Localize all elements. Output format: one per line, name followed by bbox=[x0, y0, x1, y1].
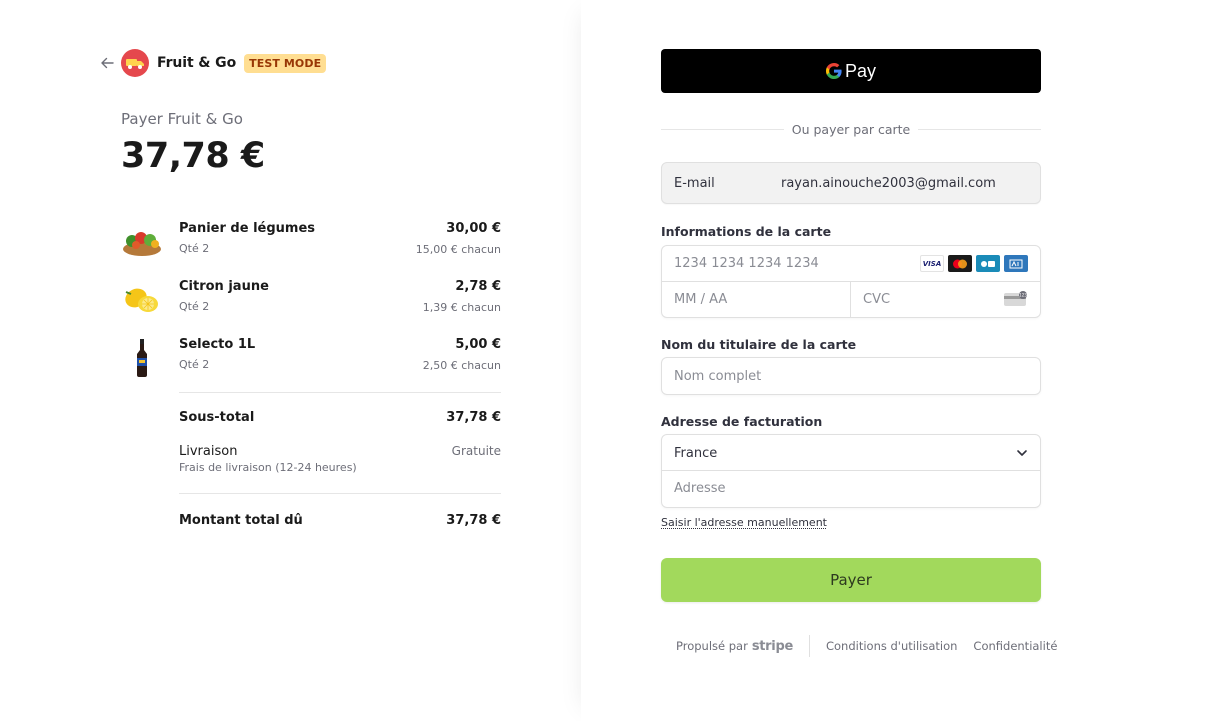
total-label: Montant total dû bbox=[179, 513, 303, 528]
cardholder-name-input[interactable]: Nom complet bbox=[661, 357, 1041, 395]
card-number-input[interactable]: 1234 1234 1234 1234 VISA bbox=[662, 246, 1040, 282]
subtotal-value: 37,78 € bbox=[446, 410, 501, 425]
mastercard-icon bbox=[948, 255, 972, 272]
google-g-icon bbox=[825, 63, 842, 79]
divider bbox=[179, 392, 501, 393]
footer: Propulsé par stripe Conditions d'utilisa… bbox=[676, 635, 1057, 657]
divider bbox=[808, 635, 810, 657]
billing-address-group: France Adresse bbox=[661, 434, 1041, 508]
merchant-name: Fruit & Go bbox=[157, 55, 237, 71]
list-item: Citron jaune Qté 2 2,78 € 1,39 € chacun bbox=[121, 279, 501, 327]
address-input[interactable]: Adresse bbox=[662, 471, 1040, 507]
powered-by-text: Propulsé par bbox=[676, 639, 748, 653]
manual-address-link[interactable]: Saisir l'adresse manuellement bbox=[661, 516, 827, 529]
shipping-row: Livraison Frais de livraison (12-24 heur… bbox=[179, 444, 501, 478]
billing-address-label: Adresse de facturation bbox=[661, 414, 823, 429]
item-quantity: Qté 2 bbox=[179, 358, 210, 371]
item-unit-price: 2,50 € chacun bbox=[422, 359, 501, 372]
email-value: rayan.ainouche2003@gmail.com bbox=[781, 176, 996, 191]
total-amount: 37,78 € bbox=[121, 136, 265, 176]
item-price: 2,78 € bbox=[455, 279, 501, 294]
lemon-icon bbox=[121, 279, 163, 321]
divider bbox=[918, 128, 1041, 130]
shipping-label: Livraison bbox=[179, 444, 238, 459]
stripe-logo[interactable]: stripe bbox=[752, 639, 793, 654]
divider bbox=[179, 493, 501, 494]
email-field[interactable]: E-mail rayan.ainouche2003@gmail.com bbox=[661, 162, 1041, 204]
terms-link[interactable]: Conditions d'utilisation bbox=[826, 639, 957, 653]
merchant-logo-icon bbox=[121, 49, 149, 77]
list-item: Panier de légumes Qté 2 30,00 € 15,00 € … bbox=[121, 221, 501, 269]
pay-merchant-label: Payer Fruit & Go bbox=[121, 110, 243, 128]
item-unit-price: 15,00 € chacun bbox=[415, 243, 501, 256]
card-brands: VISA bbox=[920, 255, 1028, 272]
pay-button[interactable]: Payer bbox=[661, 558, 1041, 602]
expiry-placeholder: MM / AA bbox=[674, 292, 728, 307]
shipping-description: Frais de livraison (12-24 heures) bbox=[179, 461, 357, 474]
soda-bottle-icon bbox=[121, 337, 163, 379]
list-item: Selecto 1L Qté 2 5,00 € 2,50 € chacun bbox=[121, 337, 501, 385]
item-quantity: Qté 2 bbox=[179, 300, 210, 313]
item-price: 5,00 € bbox=[455, 337, 501, 352]
subtotal-row: Sous-total 37,78 € bbox=[179, 410, 501, 428]
google-pay-label: Pay bbox=[844, 60, 877, 81]
total-value: 37,78 € bbox=[446, 513, 501, 528]
cvc-input[interactable]: CVC 123 bbox=[851, 282, 1040, 318]
item-name: Selecto 1L bbox=[179, 337, 256, 352]
vegetable-basket-icon bbox=[121, 221, 163, 263]
svg-text:123: 123 bbox=[1019, 293, 1027, 298]
item-name: Panier de légumes bbox=[179, 221, 315, 236]
amex-icon bbox=[1004, 255, 1028, 272]
country-value: France bbox=[674, 446, 718, 461]
item-name: Citron jaune bbox=[179, 279, 269, 294]
address-placeholder: Adresse bbox=[674, 481, 726, 496]
country-select[interactable]: France bbox=[662, 435, 1040, 471]
cb-icon bbox=[976, 255, 1000, 272]
or-separator: Ou payer par carte bbox=[661, 120, 1041, 138]
visa-icon: VISA bbox=[920, 255, 944, 272]
item-price: 30,00 € bbox=[446, 221, 501, 236]
google-pay-button[interactable]: Pay bbox=[661, 49, 1041, 93]
item-unit-price: 1,39 € chacun bbox=[422, 301, 501, 314]
back-arrow-icon[interactable] bbox=[99, 55, 115, 71]
divider bbox=[661, 128, 784, 130]
item-quantity: Qté 2 bbox=[179, 242, 210, 255]
merchant-header: Fruit & Go TEST MODE bbox=[99, 49, 327, 77]
subtotal-label: Sous-total bbox=[179, 410, 255, 425]
test-mode-badge: TEST MODE bbox=[244, 53, 327, 73]
cvc-card-icon: 123 bbox=[1004, 291, 1027, 306]
or-pay-by-card-text: Ou payer par carte bbox=[791, 121, 911, 137]
shipping-value: Gratuite bbox=[451, 444, 501, 458]
chevron-down-icon bbox=[1017, 450, 1027, 456]
card-info-label: Informations de la carte bbox=[661, 224, 832, 239]
total-row: Montant total dû 37,78 € bbox=[179, 513, 501, 531]
email-label: E-mail bbox=[674, 176, 715, 191]
privacy-link[interactable]: Confidentialité bbox=[973, 639, 1057, 653]
cardholder-label: Nom du titulaire de la carte bbox=[661, 337, 857, 352]
cvc-placeholder: CVC bbox=[863, 292, 891, 307]
cardholder-placeholder: Nom complet bbox=[674, 369, 762, 384]
expiry-input[interactable]: MM / AA bbox=[662, 282, 851, 318]
card-number-placeholder: 1234 1234 1234 1234 bbox=[674, 256, 819, 271]
card-info-group: 1234 1234 1234 1234 VISA MM / AA CVC 123 bbox=[661, 245, 1041, 318]
